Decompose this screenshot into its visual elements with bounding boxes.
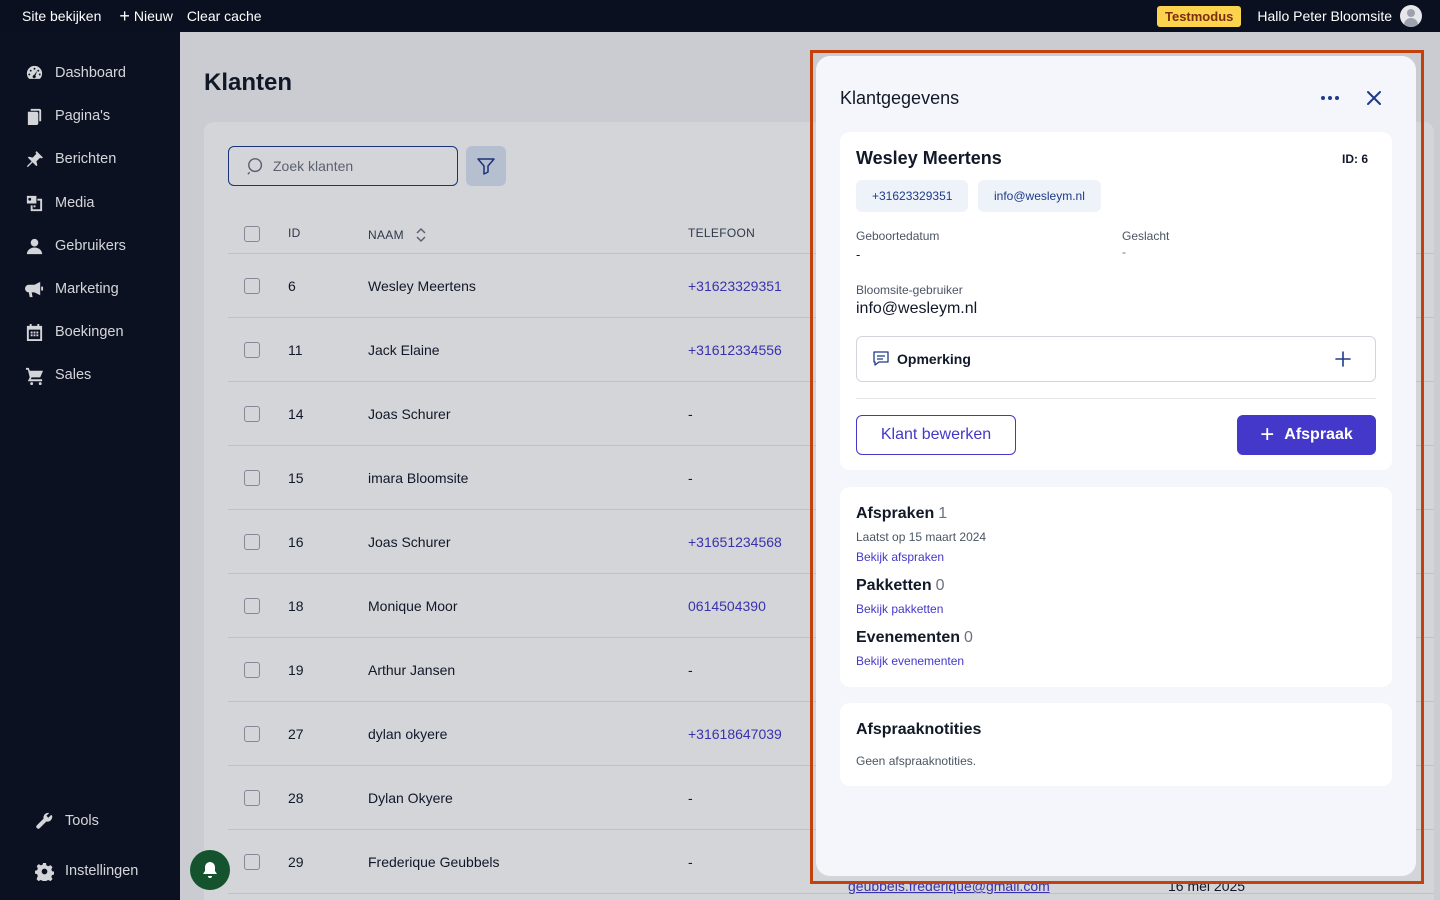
notes-title: Afspraaknotities bbox=[856, 721, 982, 738]
notes-empty-text: Geen afspraaknotities. bbox=[856, 754, 977, 768]
appointments-last: Laatst op 15 maart 2024 bbox=[856, 530, 987, 544]
bloomsite-user-label: Bloomsite-gebruiker bbox=[856, 283, 963, 297]
gender-label: Geslacht bbox=[1122, 229, 1170, 243]
gender-value: - bbox=[1122, 245, 1126, 259]
comment-icon bbox=[873, 351, 889, 366]
panel-title: Klantgegevens bbox=[840, 88, 960, 108]
test-mode-badge: Testmodus bbox=[1156, 5, 1242, 27]
email-chip[interactable]: info@wesleym.nl bbox=[978, 180, 1101, 212]
events-count: 0 bbox=[964, 629, 973, 646]
view-site-link[interactable]: Site bekijken bbox=[22, 8, 101, 24]
add-remark-icon[interactable] bbox=[1333, 349, 1353, 369]
phone-chip[interactable]: +31623329351 bbox=[856, 180, 969, 212]
customer-id: ID: 6 bbox=[1341, 152, 1368, 166]
customer-details-panel: Klantgegevens Wesley Meertens ID: 6 +316… bbox=[816, 56, 1416, 876]
appointment-notes-section: Afspraaknotities Geen afspraaknotities. bbox=[840, 703, 1392, 786]
add-appointment-label: Afspraak bbox=[1284, 426, 1353, 443]
notifications-button[interactable] bbox=[190, 850, 230, 890]
appointments-title-label: Afspraken bbox=[856, 505, 935, 522]
view-packages-link[interactable]: Bekijk pakketten bbox=[856, 602, 943, 616]
new-menu[interactable]: + Nieuw bbox=[119, 7, 172, 25]
more-options-icon[interactable] bbox=[1316, 86, 1344, 110]
plus-icon: + bbox=[1260, 421, 1275, 448]
bell-icon bbox=[203, 862, 217, 878]
close-icon[interactable] bbox=[1362, 86, 1386, 110]
events-title: Evenementen 0 bbox=[856, 629, 973, 647]
birthdate-label: Geboortedatum bbox=[856, 229, 940, 243]
events-title-label: Evenementen bbox=[856, 629, 961, 646]
user-greeting[interactable]: Hallo Peter Bloomsite bbox=[1257, 8, 1392, 24]
avatar[interactable] bbox=[1400, 5, 1422, 27]
view-site-label: Site bekijken bbox=[22, 8, 102, 24]
plus-icon: + bbox=[119, 6, 130, 26]
appointments-count: 1 bbox=[938, 505, 948, 522]
divider bbox=[856, 398, 1376, 399]
appointments-title: Afspraken 1 bbox=[856, 505, 947, 523]
customer-info-section: Wesley Meertens ID: 6 +31623329351 info@… bbox=[840, 132, 1392, 470]
packages-count: 0 bbox=[935, 577, 945, 594]
activity-section: Afspraken 1 Laatst op 15 maart 2024 Bekij… bbox=[840, 487, 1392, 687]
bloomsite-user-value: info@wesleym.nl bbox=[856, 300, 978, 317]
view-events-link[interactable]: Bekijk evenementen bbox=[856, 654, 964, 668]
add-appointment-button[interactable]: + Afspraak bbox=[1237, 415, 1376, 455]
clear-cache-link[interactable]: Clear cache bbox=[187, 8, 262, 24]
view-appointments-link[interactable]: Bekijk afspraken bbox=[856, 550, 944, 564]
clear-cache-label: Clear cache bbox=[186, 8, 262, 24]
admin-topbar: Site bekijken + Nieuw Clear cache Testmod… bbox=[0, 0, 1440, 32]
birthdate-value: - bbox=[856, 247, 861, 262]
remark-row[interactable]: Opmerking bbox=[856, 336, 1376, 382]
new-label: Nieuw bbox=[133, 8, 173, 24]
edit-customer-button[interactable]: Klant bewerken bbox=[856, 415, 1016, 455]
remark-label: Opmerking bbox=[897, 351, 971, 367]
packages-title: Pakketten 0 bbox=[856, 577, 945, 595]
customer-name: Wesley Meertens bbox=[856, 148, 1002, 168]
packages-title-label: Pakketten bbox=[856, 577, 932, 594]
